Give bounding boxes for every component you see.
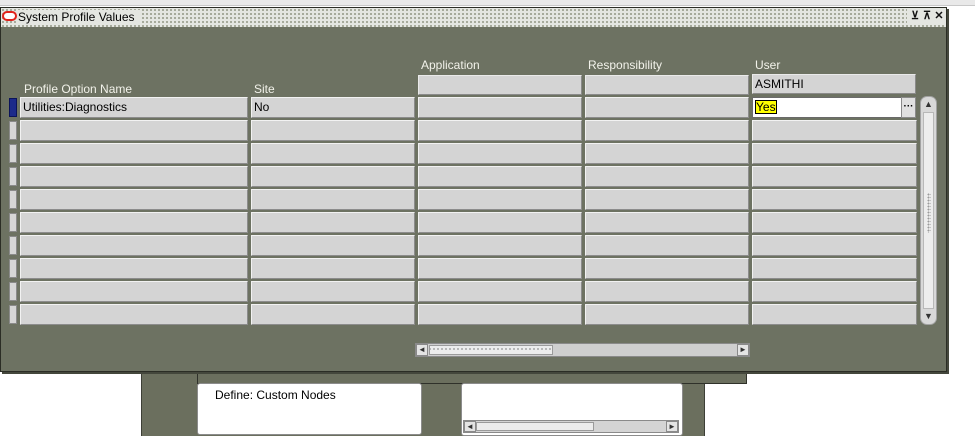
user-cell[interactable] <box>752 235 917 256</box>
close-icon[interactable]: ✕ <box>934 9 944 24</box>
row-indicator[interactable] <box>9 144 17 163</box>
row-indicator[interactable] <box>9 282 17 301</box>
user-cell[interactable] <box>752 143 917 164</box>
background-text-panel[interactable]: Define: Custom Nodes <box>197 383 422 435</box>
application-cell[interactable] <box>418 143 582 164</box>
list-of-values-button[interactable]: ··· <box>901 97 916 118</box>
desktop-top-strip <box>0 0 975 6</box>
application-cell[interactable] <box>418 235 582 256</box>
maximize-icon[interactable]: ⊼ <box>922 9 932 24</box>
application-cell[interactable] <box>418 281 582 302</box>
responsibility-context-field[interactable] <box>585 75 749 95</box>
scroll-grip-icon <box>927 193 931 233</box>
profile-option-cell[interactable] <box>20 120 248 141</box>
application-cell[interactable] <box>418 166 582 187</box>
user-cell[interactable] <box>752 304 917 325</box>
responsibility-cell[interactable] <box>585 120 749 141</box>
user-cell[interactable] <box>752 281 917 302</box>
application-cell[interactable] <box>418 120 582 141</box>
scroll-thumb[interactable] <box>476 422 594 431</box>
site-cell[interactable] <box>251 235 415 256</box>
user-cell[interactable] <box>752 258 917 279</box>
profile-option-cell[interactable] <box>20 258 248 279</box>
scroll-up-icon[interactable]: ▲ <box>923 99 934 110</box>
site-cell[interactable] <box>251 189 415 210</box>
selected-text: Yes <box>755 100 777 114</box>
oracle-logo-icon <box>2 11 17 21</box>
site-cell[interactable]: No <box>251 97 415 118</box>
responsibility-cell[interactable] <box>585 189 749 210</box>
row-indicator[interactable] <box>9 167 17 186</box>
row-indicator[interactable] <box>9 305 17 324</box>
column-header-profile-option: Profile Option Name <box>24 82 133 96</box>
site-cell[interactable] <box>251 120 415 141</box>
window-titlebar[interactable]: System Profile Values ⊻ ⊼ ✕ <box>1 8 946 27</box>
application-cell[interactable] <box>418 189 582 210</box>
site-cell[interactable] <box>251 258 415 279</box>
scroll-left-icon[interactable]: ◄ <box>464 421 476 432</box>
user-cell[interactable] <box>752 120 917 141</box>
application-context-field[interactable] <box>418 75 582 95</box>
user-value-input[interactable]: Yes <box>752 97 902 118</box>
row-indicator[interactable] <box>9 98 17 117</box>
site-cell[interactable] <box>251 143 415 164</box>
row-indicator[interactable] <box>9 121 17 140</box>
column-header-user: User <box>755 58 781 72</box>
responsibility-cell[interactable] <box>585 258 749 279</box>
horizontal-scroll-thumb[interactable] <box>429 345 553 355</box>
profile-option-cell[interactable] <box>20 304 248 325</box>
column-header-site: Site <box>254 82 275 96</box>
application-cell[interactable] <box>418 304 582 325</box>
profile-option-cell[interactable]: Utilities:Diagnostics <box>20 97 248 118</box>
background-window-bar <box>197 370 747 384</box>
row-indicator[interactable] <box>9 213 17 232</box>
column-header-responsibility: Responsibility <box>588 58 663 72</box>
responsibility-cell[interactable] <box>585 212 749 233</box>
profile-option-cell[interactable] <box>20 166 248 187</box>
user-cell[interactable] <box>752 166 917 187</box>
column-header-application: Application <box>421 58 480 72</box>
application-cell[interactable] <box>418 258 582 279</box>
profile-option-cell[interactable] <box>20 143 248 164</box>
responsibility-cell[interactable] <box>585 143 749 164</box>
profile-option-cell[interactable] <box>20 281 248 302</box>
row-indicator[interactable] <box>9 190 17 209</box>
vertical-scrollbar[interactable]: ▲ ▼ <box>920 96 937 325</box>
site-cell[interactable] <box>251 304 415 325</box>
site-cell[interactable] <box>251 212 415 233</box>
responsibility-cell[interactable] <box>585 235 749 256</box>
user-cell[interactable] <box>752 212 917 233</box>
profile-option-cell[interactable] <box>20 189 248 210</box>
user-cell[interactable] <box>752 189 917 210</box>
responsibility-cell[interactable] <box>585 97 749 118</box>
responsibility-cell[interactable] <box>585 166 749 187</box>
background-panel-text: Define: Custom Nodes <box>215 388 336 402</box>
window-controls: ⊻ ⊼ ✕ <box>907 9 944 25</box>
application-cell[interactable] <box>418 212 582 233</box>
site-cell[interactable] <box>251 281 415 302</box>
profile-option-cell[interactable] <box>20 235 248 256</box>
window-title: System Profile Values <box>18 10 141 25</box>
scroll-left-icon[interactable]: ◄ <box>416 344 428 356</box>
scroll-track[interactable] <box>923 112 934 309</box>
application-cell[interactable] <box>418 97 582 118</box>
user-context-field[interactable]: ASMITHI <box>752 74 916 94</box>
background-horizontal-scrollbar[interactable]: ◄ ► <box>463 420 679 433</box>
responsibility-cell[interactable] <box>585 281 749 302</box>
horizontal-scrollbar[interactable]: ◄ ► <box>415 343 750 357</box>
row-indicator[interactable] <box>9 259 17 278</box>
system-profile-values-window: System Profile Values ⊻ ⊼ ✕ Profile Opti… <box>0 7 947 372</box>
profile-option-cell[interactable] <box>20 212 248 233</box>
row-indicator[interactable] <box>9 236 17 255</box>
minimize-icon[interactable]: ⊻ <box>910 9 920 24</box>
responsibility-cell[interactable] <box>585 304 749 325</box>
scroll-right-icon[interactable]: ► <box>737 344 749 356</box>
scroll-down-icon[interactable]: ▼ <box>923 311 934 322</box>
scroll-right-icon[interactable]: ► <box>666 421 678 432</box>
site-cell[interactable] <box>251 166 415 187</box>
